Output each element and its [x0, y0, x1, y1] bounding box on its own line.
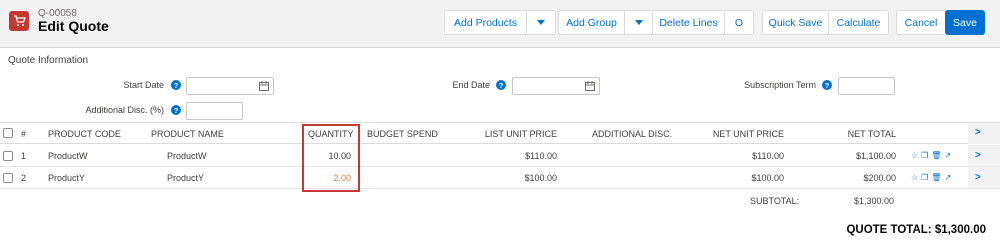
col-net-total[interactable]: NET TOTAL: [848, 129, 896, 139]
table-row: 2 ProductY ProductY 2.00 $100.00 $100.00…: [0, 167, 1000, 189]
add-group-button[interactable]: Add Group: [559, 11, 625, 34]
dropdown-caret-icon: [537, 19, 545, 25]
subtotal-value: $1,300.00: [853, 196, 894, 206]
calculate-button[interactable]: Calculate: [829, 11, 888, 34]
star-icon[interactable]: ☆: [911, 151, 918, 160]
help-icon[interactable]: ?: [822, 80, 832, 90]
additional-disc-input[interactable]: [186, 102, 243, 120]
page-header: Q-00058 Edit Quote Add Products Add Grou…: [0, 0, 1000, 48]
row-net-unit-price: $100.00: [751, 173, 784, 183]
row-product-name: ProductW: [167, 151, 207, 161]
section-title: Quote Information: [8, 55, 89, 66]
trend-icon[interactable]: ↗: [945, 151, 952, 160]
subtotal-label: SUBTOTAL:: [750, 196, 800, 206]
col-num: #: [21, 129, 27, 139]
chevron-right-icon[interactable]: >: [975, 150, 981, 161]
cancel-button[interactable]: Cancel: [897, 11, 945, 34]
trash-icon[interactable]: 🗑: [931, 151, 941, 160]
calendar-icon[interactable]: [259, 81, 269, 91]
side-column: [968, 167, 1000, 188]
help-icon[interactable]: ?: [171, 80, 181, 90]
add-products-group: Add Products: [444, 10, 556, 35]
trash-icon[interactable]: 🗑: [931, 173, 941, 182]
row-net-unit-price: $110.00: [752, 151, 784, 161]
row-checkbox[interactable]: [3, 173, 13, 183]
row-actions: ☆ ❐ 🗑 ↗: [911, 173, 951, 182]
copy-icon[interactable]: ❐: [921, 151, 928, 160]
add-group-dropdown-button[interactable]: [625, 11, 653, 34]
row-actions: ☆ ❐ 🗑 ↗: [911, 151, 951, 160]
col-budget-spend[interactable]: BUDGET SPEND: [367, 129, 438, 139]
row-checkbox[interactable]: [3, 151, 13, 161]
circle-button[interactable]: O: [725, 11, 753, 34]
cancel-group: Cancel: [896, 10, 946, 35]
col-additional-disc[interactable]: ADDITIONAL DISC.: [592, 129, 672, 139]
save-calc-group: Quick Save Calculate: [762, 10, 889, 35]
additional-disc-label: Additional Disc. (%): [85, 105, 164, 115]
col-net-unit-price[interactable]: NET UNIT PRICE: [713, 129, 784, 139]
add-products-dropdown-button[interactable]: [527, 11, 555, 34]
select-all-checkbox[interactable]: [3, 128, 13, 138]
chevron-right-icon[interactable]: >: [975, 172, 981, 183]
start-date-label: Start Date: [123, 80, 164, 90]
side-column: [968, 145, 1000, 166]
dropdown-caret-icon: [634, 19, 643, 25]
end-date-label: End Date: [452, 80, 490, 90]
row-list-unit-price: $100.00: [524, 173, 557, 183]
group-actions: Add Group Delete Lines O: [558, 10, 754, 35]
row-product-code: ProductW: [48, 151, 88, 161]
col-product-name[interactable]: PRODUCT NAME: [151, 129, 224, 139]
table-row: 1 ProductW ProductW 10.00 $110.00 $110.0…: [0, 145, 1000, 167]
row-product-code: ProductY: [48, 173, 86, 183]
add-products-button[interactable]: Add Products: [445, 11, 527, 34]
trend-icon[interactable]: ↗: [945, 173, 952, 182]
star-icon[interactable]: ☆: [911, 173, 918, 182]
copy-icon[interactable]: ❐: [921, 173, 928, 182]
col-list-unit-price[interactable]: LIST UNIT PRICE: [485, 129, 557, 139]
help-icon[interactable]: ?: [496, 80, 506, 90]
cart-icon: [9, 11, 29, 31]
row-num: 1: [21, 151, 27, 161]
end-date-input[interactable]: [512, 77, 600, 95]
row-num: 2: [21, 173, 27, 183]
col-product-code[interactable]: PRODUCT CODE: [48, 129, 121, 139]
delete-lines-button[interactable]: Delete Lines: [653, 11, 725, 34]
save-button[interactable]: Save: [945, 10, 985, 35]
quick-save-button[interactable]: Quick Save: [763, 11, 829, 34]
side-column: [968, 123, 1000, 144]
subscription-term-label: Subscription Term: [744, 80, 816, 90]
row-net-total: $1,100.00: [855, 151, 896, 161]
quote-total: QUOTE TOTAL: $1,300.00: [846, 224, 986, 236]
quantity-highlight-box: [302, 124, 360, 192]
subscription-term-input[interactable]: [838, 77, 895, 95]
help-icon[interactable]: ?: [171, 105, 181, 115]
start-date-input[interactable]: [186, 77, 274, 95]
row-net-total: $200.00: [863, 173, 896, 183]
page-title: Edit Quote: [38, 18, 109, 34]
chevron-right-icon[interactable]: >: [975, 127, 981, 138]
calendar-icon[interactable]: [585, 81, 595, 91]
row-list-unit-price: $110.00: [525, 151, 557, 161]
table-header: # PRODUCT CODE PRODUCT NAME QUANTITY BUD…: [0, 122, 1000, 144]
row-product-name: ProductY: [167, 173, 205, 183]
